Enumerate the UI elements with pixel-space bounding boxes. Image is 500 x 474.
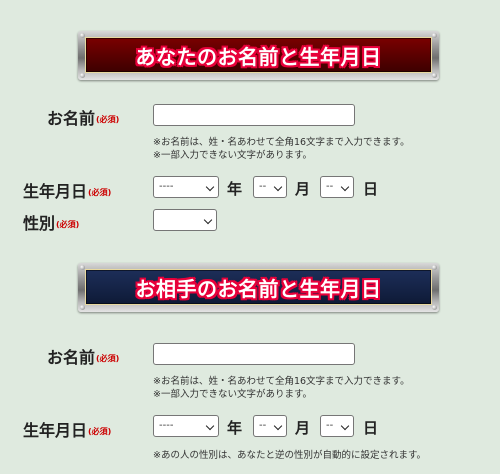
chevron-down-icon [273,182,283,192]
chevron-down-icon [205,421,215,431]
partner-name-note: ※お名前は、姓・名あわせて全角16文字まで入力できます。 ※一部入力できない文字… [153,376,410,400]
year-unit: 年 [227,419,243,437]
your-birth-year-select[interactable]: ---- [153,176,219,198]
chevron-down-icon [273,421,283,431]
day-unit: 日 [363,180,379,198]
required-mark: (必須) [88,188,112,197]
partner-name-input[interactable] [153,343,355,365]
your-name-input[interactable] [153,104,355,126]
required-mark: (必須) [88,427,112,436]
year-unit: 年 [227,180,243,198]
partner-birth-month-select[interactable]: -- [253,415,287,437]
your-name-label: お名前(必須) [47,109,120,128]
month-unit: 月 [295,419,311,437]
partner-info-banner-title: お相手のお名前と生年月日 [135,277,382,301]
chevron-down-icon [203,215,213,225]
partner-birthdate-label: 生年月日(必須) [23,421,112,440]
chevron-down-icon [205,182,215,192]
your-birthdate-label: 生年月日(必須) [23,182,112,201]
month-unit: 月 [295,180,311,198]
your-birth-month-select[interactable]: -- [253,176,287,198]
your-name-note: ※お名前は、姓・名あわせて全角16文字まで入力できます。 ※一部入力できない文字… [153,137,410,161]
partner-name-label: お名前(必須) [47,348,120,367]
required-mark: (必須) [96,115,120,124]
partner-birth-year-select[interactable]: ---- [153,415,219,437]
required-mark: (必須) [56,220,80,229]
partner-info-banner: お相手のお名前と生年月日 [78,263,439,312]
required-mark: (必須) [96,354,120,363]
your-info-banner: あなたのお名前と生年月日 [78,31,439,80]
partner-birth-day-select[interactable]: -- [320,415,354,437]
partner-gender-note: ※あの人の性別は、あなたと逆の性別が自動的に設定されます。 [153,450,427,461]
your-gender-label: 性別(必須) [23,214,80,233]
your-birth-day-select[interactable]: -- [320,176,354,198]
chevron-down-icon [340,421,350,431]
chevron-down-icon [340,182,350,192]
your-info-banner-title: あなたのお名前と生年月日 [135,45,382,69]
day-unit: 日 [363,419,379,437]
your-gender-select[interactable] [153,209,217,231]
